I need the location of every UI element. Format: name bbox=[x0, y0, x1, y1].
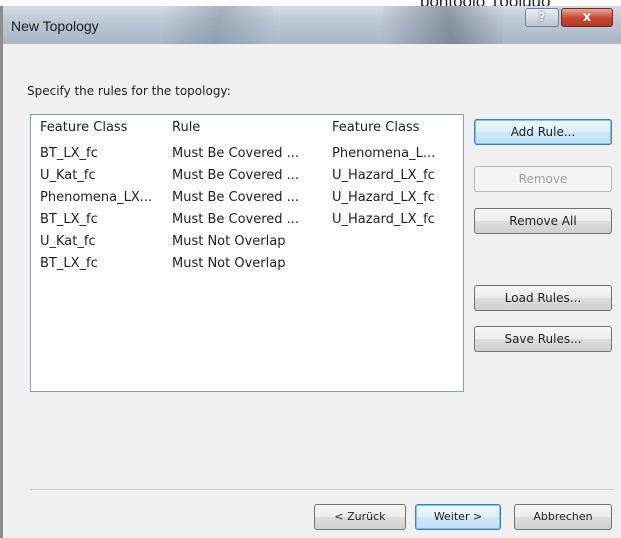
rule-name: Must Not Overlap bbox=[172, 234, 286, 249]
column-header-rule[interactable]: Rule bbox=[172, 120, 328, 135]
rule-target-class: Phenomena_L... bbox=[332, 146, 436, 161]
load-rules-button[interactable]: Load Rules... bbox=[474, 285, 612, 311]
rule-name: Must Be Covered ... bbox=[172, 212, 300, 227]
rule-row[interactable]: BT_LX_fc Must Be Covered ... Phenomena_L… bbox=[31, 146, 463, 166]
remove-button[interactable]: Remove bbox=[474, 166, 612, 192]
rule-row[interactable]: BT_LX_fc Must Be Covered ... U_Hazard_LX… bbox=[31, 212, 463, 232]
rule-row[interactable]: BT_LX_fc Must Not Overlap bbox=[31, 256, 463, 276]
column-header-feature-class-2[interactable]: Feature Class bbox=[332, 120, 460, 135]
dialog-content: Specify the rules for the topology: Feat… bbox=[3, 44, 621, 538]
rule-name: Must Be Covered ... bbox=[172, 190, 300, 205]
back-button[interactable]: < Zurück bbox=[314, 504, 406, 530]
cancel-button[interactable]: Abbrechen bbox=[514, 504, 612, 530]
rule-row[interactable]: U_Kat_fc Must Not Overlap bbox=[31, 234, 463, 254]
rules-header-row: Feature Class Rule Feature Class bbox=[31, 120, 463, 140]
rule-name: Must Be Covered ... bbox=[172, 168, 300, 183]
next-button[interactable]: Weiter > bbox=[415, 504, 501, 530]
rule-feature-class: U_Kat_fc bbox=[40, 168, 96, 183]
close-button[interactable]: x bbox=[561, 8, 613, 27]
add-rule-button[interactable]: Add Rule... bbox=[474, 119, 612, 145]
help-button[interactable]: ? bbox=[525, 8, 559, 27]
rule-target-class: U_Hazard_LX_fc bbox=[332, 168, 435, 183]
window-title: New Topology bbox=[11, 18, 99, 34]
rule-target-class: U_Hazard_LX_fc bbox=[332, 190, 435, 205]
remove-all-button[interactable]: Remove All bbox=[474, 208, 612, 234]
title-bar[interactable]: New Topology ? x bbox=[3, 6, 621, 44]
column-header-feature-class-1[interactable]: Feature Class bbox=[40, 120, 168, 135]
rule-feature-class: U_Kat_fc bbox=[40, 234, 96, 249]
rule-feature-class: BT_LX_fc bbox=[40, 146, 98, 161]
rule-row[interactable]: U_Kat_fc Must Be Covered ... U_Hazard_LX… bbox=[31, 168, 463, 188]
rules-list[interactable]: Feature Class Rule Feature Class BT_LX_f… bbox=[30, 114, 464, 392]
footer-divider bbox=[30, 489, 614, 491]
rule-feature-class: BT_LX_fc bbox=[40, 256, 98, 271]
rule-feature-class: BT_LX_fc bbox=[40, 212, 98, 227]
rule-feature-class: Phenomena_LX... bbox=[40, 190, 153, 205]
rule-name: Must Be Covered ... bbox=[172, 146, 300, 161]
instruction-label: Specify the rules for the topology: bbox=[27, 84, 231, 98]
rule-row[interactable]: Phenomena_LX... Must Be Covered ... U_Ha… bbox=[31, 190, 463, 210]
rule-target-class: U_Hazard_LX_fc bbox=[332, 212, 435, 227]
save-rules-button[interactable]: Save Rules... bbox=[474, 326, 612, 352]
new-topology-dialog: New Topology ? x Specify the rules for t… bbox=[0, 6, 621, 538]
rule-name: Must Not Overlap bbox=[172, 256, 286, 271]
